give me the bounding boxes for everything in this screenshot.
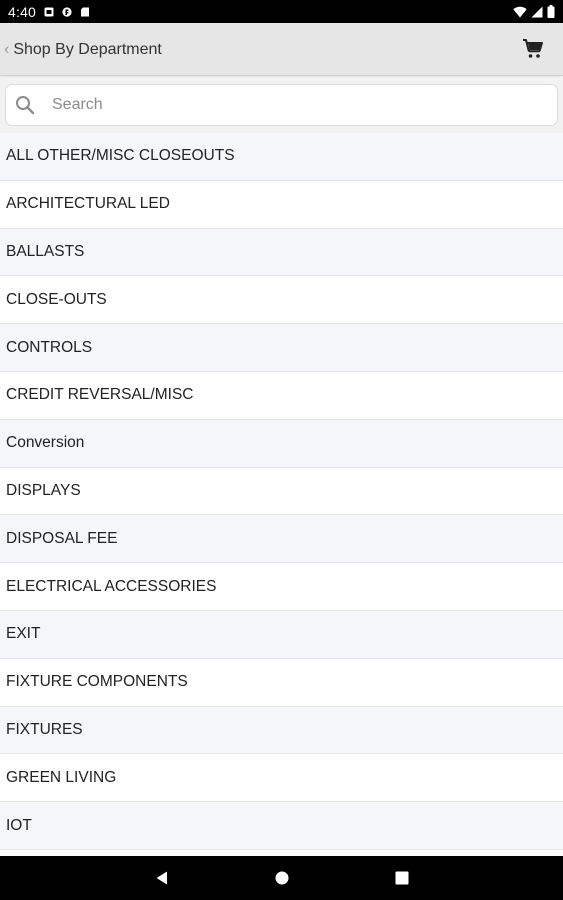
department-item-iot[interactable]: IOT bbox=[0, 802, 563, 850]
department-item-close-outs[interactable]: CLOSE-OUTS bbox=[0, 276, 563, 325]
recents-square-icon[interactable] bbox=[392, 868, 412, 888]
department-item-electrical-accessories[interactable]: ELECTRICAL ACCESSORIES bbox=[0, 563, 563, 611]
department-item-disposal-fee[interactable]: DISPOSAL FEE bbox=[0, 515, 563, 564]
back-triangle-icon[interactable] bbox=[152, 868, 172, 888]
chevron-left-icon: ‹ bbox=[4, 40, 10, 58]
status-bar: 4:40 bbox=[0, 0, 563, 23]
app-notification-icon bbox=[62, 6, 72, 17]
home-circle-icon[interactable] bbox=[272, 868, 292, 888]
sd-card-icon bbox=[81, 7, 90, 16]
department-item-green-living[interactable]: GREEN LIVING bbox=[0, 754, 563, 803]
department-item-displays[interactable]: DISPLAYS bbox=[0, 467, 563, 516]
department-list: ALL OTHER/MISC CLOSEOUTS ARCHITECTURAL L… bbox=[0, 133, 563, 856]
cart-icon[interactable] bbox=[521, 37, 545, 61]
page-title: Shop By Department bbox=[13, 40, 162, 58]
department-item-exit[interactable]: EXIT bbox=[0, 610, 563, 659]
back-button[interactable]: ‹ Shop By Department bbox=[4, 23, 162, 76]
department-item-fixtures[interactable]: FIXTURES bbox=[0, 706, 563, 755]
search-bar bbox=[0, 77, 563, 133]
wifi-icon bbox=[513, 6, 527, 17]
notification-icon bbox=[44, 7, 54, 16]
department-item-all-other-misc-closeouts[interactable]: ALL OTHER/MISC CLOSEOUTS bbox=[0, 133, 563, 181]
department-item-architectural-led[interactable]: ARCHITECTURAL LED bbox=[0, 180, 563, 229]
search-icon bbox=[16, 96, 35, 115]
signal-icon bbox=[531, 6, 543, 17]
department-item-controls[interactable]: CONTROLS bbox=[0, 324, 563, 372]
status-right bbox=[513, 5, 555, 18]
department-item-conversion[interactable]: Conversion bbox=[0, 419, 563, 468]
department-item-fixture-components[interactable]: FIXTURE COMPONENTS bbox=[0, 658, 563, 707]
department-item-credit-reversal-misc[interactable]: CREDIT REVERSAL/MISC bbox=[0, 371, 563, 420]
search-input[interactable] bbox=[50, 95, 534, 115]
status-time: 4:40 bbox=[8, 3, 37, 20]
app-bar: ‹ Shop By Department bbox=[0, 23, 563, 76]
battery-icon bbox=[547, 5, 555, 18]
system-nav-bar bbox=[0, 856, 563, 900]
department-item-ballasts[interactable]: BALLASTS bbox=[0, 228, 563, 277]
status-left: 4:40 bbox=[8, 4, 90, 20]
search-box[interactable] bbox=[5, 84, 558, 126]
